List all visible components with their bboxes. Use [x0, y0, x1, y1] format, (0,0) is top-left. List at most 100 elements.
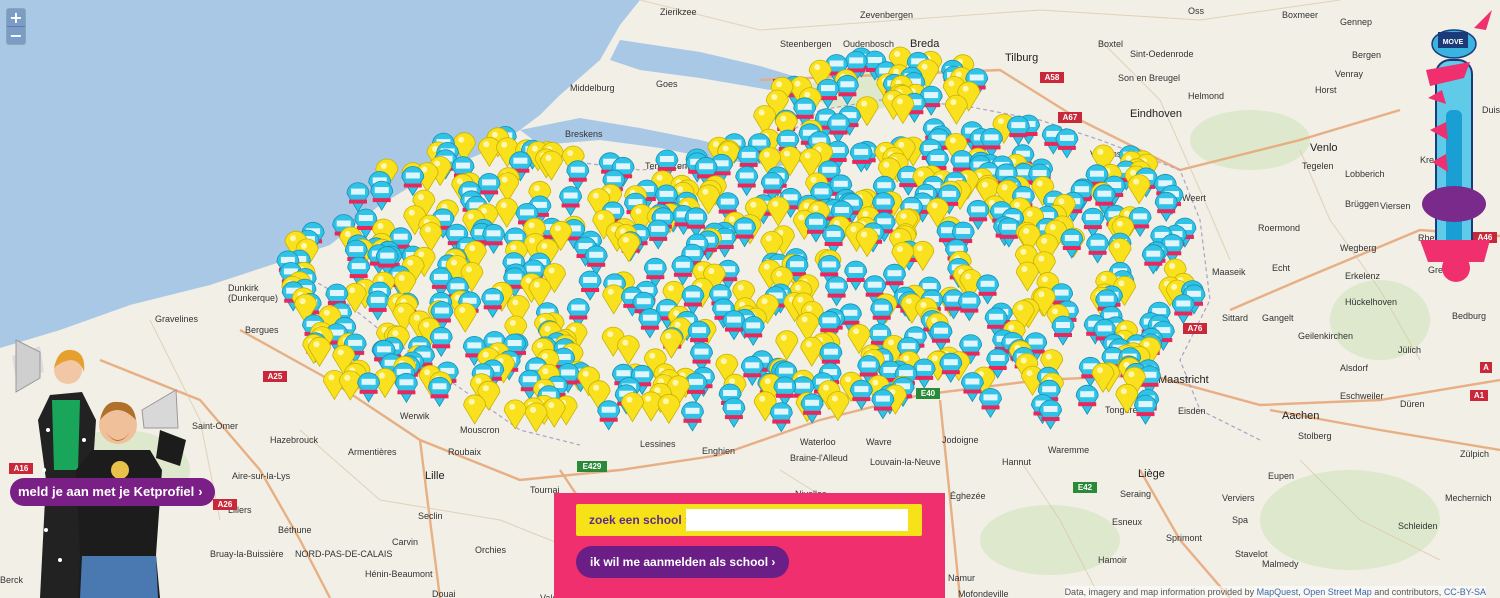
place-label: (Dunkerque)	[228, 293, 278, 303]
svg-text:A58: A58	[1045, 73, 1060, 82]
zoom-out-button[interactable]: −	[7, 26, 25, 44]
ketprofiel-login-button[interactable]: meld je aan met je Ketprofiel ›	[10, 478, 215, 506]
road-shield: A	[1480, 362, 1492, 373]
place-label: Maastricht	[1158, 374, 1209, 386]
place-label: Louvain-la-Neuve	[870, 457, 941, 467]
place-label: NORD-PAS-DE-CALAIS	[295, 549, 392, 559]
place-label: Lobberich	[1345, 169, 1385, 179]
road-shield: E42	[1073, 482, 1097, 493]
mapquest-link[interactable]: MapQuest	[1257, 587, 1299, 597]
place-label: Waremme	[1048, 445, 1089, 455]
place-label: Verviers	[1222, 493, 1255, 503]
place-label: Oss	[1188, 6, 1205, 16]
place-label: Jülich	[1398, 345, 1421, 355]
zoom-control: + −	[6, 8, 26, 45]
place-label: Béthune	[278, 525, 312, 535]
place-label: Stavelot	[1235, 549, 1268, 559]
svg-text:A67: A67	[1063, 113, 1078, 122]
place-label: Sittard	[1222, 313, 1248, 323]
place-label: Tegelen	[1302, 161, 1334, 171]
place-label: Boxtel	[1098, 39, 1123, 49]
place-label: Zevenbergen	[860, 10, 913, 20]
place-label: Malmedy	[1262, 559, 1299, 569]
place-label: Roermond	[1258, 223, 1300, 233]
place-label: Waterloo	[800, 437, 836, 447]
place-label: Mouscron	[460, 425, 500, 435]
place-label: Erkelenz	[1345, 271, 1381, 281]
place-label: Bergues	[245, 325, 279, 335]
place-label: Seclin	[418, 511, 443, 521]
zoom-out-icon: −	[9, 26, 23, 45]
register-school-button[interactable]: ik wil me aanmelden als school ›	[576, 546, 790, 578]
map-attribution: Data, imagery and map information provid…	[1064, 586, 1486, 598]
place-label: Mofondeville	[958, 589, 1009, 598]
place-label: Roubaix	[448, 447, 482, 457]
place-label: Jodoigne	[942, 435, 979, 445]
place-label: Helmond	[1188, 91, 1224, 101]
place-label: Breskens	[565, 129, 603, 139]
place-label: Gravelines	[155, 314, 199, 324]
school-search-input[interactable]	[686, 509, 908, 531]
svg-text:MOVE: MOVE	[1443, 39, 1464, 46]
svg-text:A76: A76	[1188, 324, 1203, 333]
place-label: Mechernich	[1445, 493, 1492, 503]
place-label: Zülpich	[1460, 449, 1489, 459]
place-label: Bedburg	[1452, 311, 1486, 321]
place-label: Berck	[0, 575, 24, 585]
place-label: Hückelhoven	[1345, 297, 1397, 307]
place-label: Venray	[1335, 69, 1364, 79]
place-label: Echt	[1272, 263, 1291, 273]
place-label: Braine-l'Alleud	[790, 453, 848, 463]
school-search-box: zoek een school ›	[576, 504, 922, 536]
svg-text:A26: A26	[218, 500, 233, 509]
place-label: Éghezée	[950, 491, 986, 501]
road-shield: A58	[1040, 72, 1064, 83]
place-label: Gennep	[1340, 17, 1372, 27]
road-shield: A1	[1470, 390, 1488, 401]
road-shield: A26	[213, 499, 237, 510]
place-label: Bruay-la-Buissière	[210, 549, 284, 559]
place-label: Bergen	[1352, 50, 1381, 60]
place-label: Eupen	[1268, 471, 1294, 481]
place-label: Sint-Oedenrode	[1130, 49, 1194, 59]
place-label: Spa	[1232, 515, 1248, 525]
place-label: Alsdorf	[1340, 363, 1369, 373]
license-link[interactable]: CC-BY-SA	[1444, 587, 1486, 597]
school-search-panel: zoek een school › ik wil me aanmelden al…	[554, 493, 945, 598]
place-label: Dunkirk	[228, 283, 259, 293]
place-label: Zierikzee	[660, 7, 697, 17]
place-label: Wavre	[866, 437, 892, 447]
place-label: Son en Breugel	[1118, 73, 1180, 83]
svg-text:A1: A1	[1474, 391, 1485, 400]
place-label: Steenbergen	[780, 39, 832, 49]
place-label: Carvin	[392, 537, 418, 547]
place-label: Eisden	[1178, 406, 1206, 416]
place-label: Aire-sur-la-Lys	[232, 471, 291, 481]
zoom-in-button[interactable]: +	[7, 9, 25, 26]
road-shield: E40	[916, 388, 940, 399]
place-label: Gangelt	[1262, 313, 1294, 323]
place-label: Eindhoven	[1130, 108, 1182, 120]
place-label: Douai	[432, 589, 456, 598]
place-label: Venlo	[1310, 142, 1338, 154]
place-label: Sprimont	[1166, 533, 1203, 543]
place-label: Düren	[1400, 399, 1425, 409]
place-label: Middelburg	[570, 83, 615, 93]
place-label: Viersen	[1380, 201, 1410, 211]
place-label: Wegberg	[1340, 243, 1376, 253]
place-label: Tilburg	[1005, 52, 1038, 64]
osm-link[interactable]: Open Street Map	[1303, 587, 1372, 597]
place-label: Saint-Omer	[192, 421, 238, 431]
place-label: Orchies	[475, 545, 507, 555]
place-label: Duis	[1482, 105, 1500, 115]
zoom-in-icon: +	[9, 8, 23, 27]
chevron-right-icon: ›	[771, 555, 776, 569]
place-label: Weert	[1182, 193, 1206, 203]
place-label: Seraing	[1120, 489, 1151, 499]
place-label: Brüggen	[1345, 199, 1379, 209]
place-label: Goes	[656, 79, 678, 89]
place-label: Liège	[1138, 468, 1165, 480]
svg-text:A16: A16	[14, 464, 29, 473]
svg-text:E40: E40	[921, 389, 936, 398]
svg-text:E429: E429	[583, 462, 602, 471]
